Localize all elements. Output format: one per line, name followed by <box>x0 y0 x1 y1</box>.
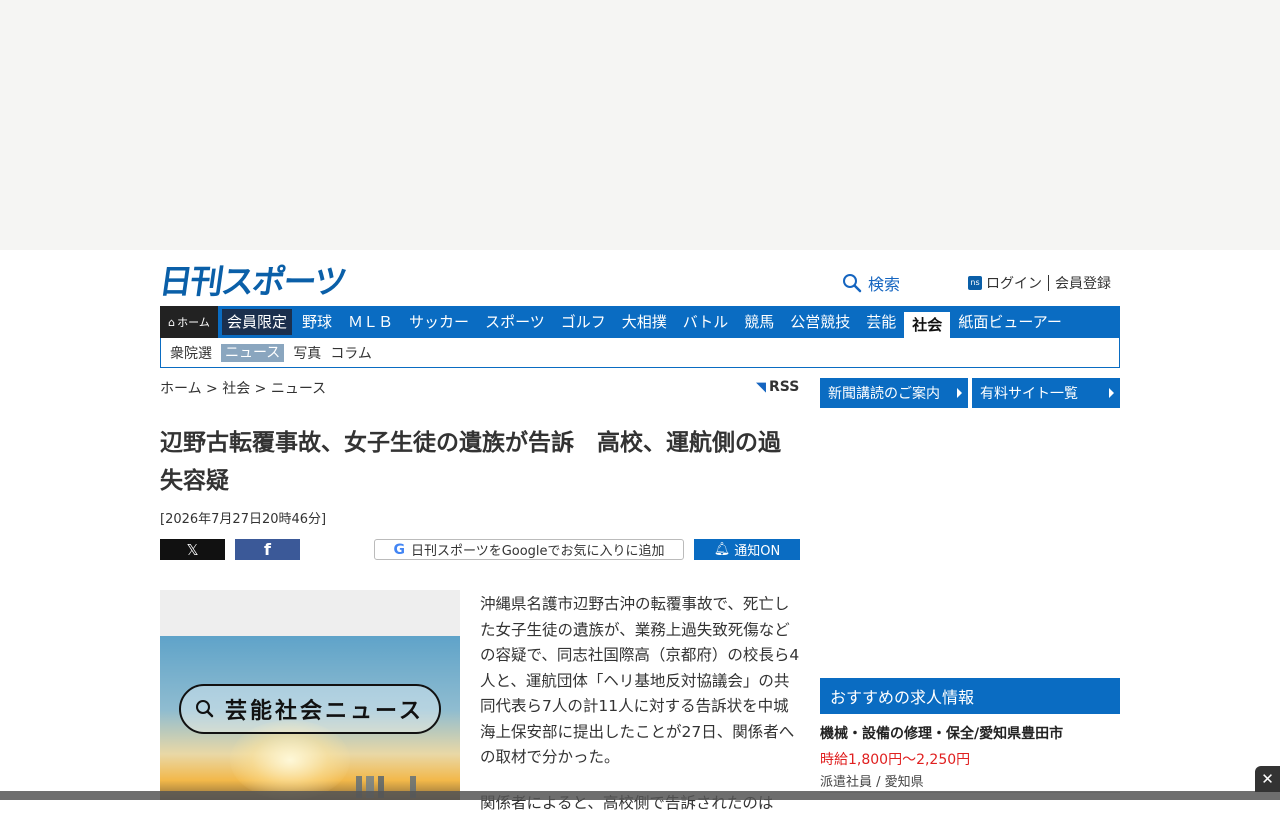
search-link[interactable]: 検索 <box>842 271 900 295</box>
subnav-photo[interactable]: 写真 <box>293 343 321 363</box>
article-date: [2026年7月27日20時46分] <box>160 508 326 527</box>
ns-icon: ns <box>968 276 982 290</box>
nav-item-soccer[interactable]: サッカー <box>401 306 477 338</box>
nav-item-keiba[interactable]: 競馬 <box>736 306 782 338</box>
rss-icon: ◥ <box>756 380 766 395</box>
article-photo[interactable]: 芸能社会ニュース <box>160 590 460 800</box>
article-body: 沖縄県名護市辺野古沖の転覆事故で、死亡した女子生徒の遺族が、業務上過失致死傷など… <box>480 592 800 816</box>
auth-links: ns ログイン 会員登録 <box>968 273 1111 293</box>
arrow-right-icon <box>957 388 962 398</box>
subscription-info-label: 新聞講読のご案内 <box>828 383 940 403</box>
arrow-right-icon <box>1109 388 1114 398</box>
register-link[interactable]: 会員登録 <box>1055 273 1111 293</box>
divider <box>1048 275 1049 291</box>
subnav-election[interactable]: 衆院選 <box>170 343 212 363</box>
google-icon: G <box>393 542 405 558</box>
paid-sites-label: 有料サイト一覧 <box>980 383 1078 403</box>
logo-text: 日刊スポーツ <box>157 255 349 303</box>
global-nav: ⌂ ホーム 会員限定 野球 ＭＬＢ サッカー スポーツ ゴルフ 大相撲 バトル … <box>160 306 1120 338</box>
sub-nav: 衆院選 ニュース 写真 コラム <box>160 338 1120 368</box>
nav-item-sumo[interactable]: 大相撲 <box>614 306 675 338</box>
close-icon: ✕ <box>1261 770 1274 788</box>
photo-search-pill: 芸能社会ニュース <box>179 684 441 734</box>
subnav-news[interactable]: ニュース <box>221 344 284 362</box>
nav-item-society[interactable]: 社会 <box>904 312 950 338</box>
jobs-heading: おすすめの求人情報 <box>820 678 1120 714</box>
photo-caption-text: 芸能社会ニュース <box>225 693 424 725</box>
nav-item-entertainment[interactable]: 芸能 <box>858 306 904 338</box>
nav-item-golf[interactable]: ゴルフ <box>553 306 614 338</box>
paid-sites-button[interactable]: 有料サイト一覧 <box>972 378 1120 408</box>
subscription-info-button[interactable]: 新聞講読のご案内 <box>820 378 968 408</box>
nav-item-public-race[interactable]: 公営競技 <box>782 306 858 338</box>
article-paragraph: 沖縄県名護市辺野古沖の転覆事故で、死亡した女子生徒の遺族が、業務上過失致死傷など… <box>480 592 800 771</box>
nav-item-paper-viewer[interactable]: 紙面ビューアー <box>950 306 1070 338</box>
close-ad-button[interactable]: ✕ <box>1255 766 1280 792</box>
nav-item-sports[interactable]: スポーツ <box>477 306 553 338</box>
x-icon: 𝕏 <box>186 541 198 559</box>
share-facebook-button[interactable]: f <box>235 539 300 560</box>
google-favorite-button[interactable]: G 日刊スポーツをGoogleでお気に入りに追加 <box>374 539 684 560</box>
facebook-icon: f <box>264 540 271 559</box>
nav-item-mlb[interactable]: ＭＬＢ <box>340 306 401 338</box>
nav-item-baseball[interactable]: 野球 <box>294 306 340 338</box>
nav-item-member[interactable]: 会員限定 <box>222 309 292 335</box>
home-icon: ⌂ <box>168 316 175 329</box>
rss-label: RSS <box>769 379 799 395</box>
site-logo[interactable]: 日刊スポーツ <box>160 260 345 298</box>
notify-button[interactable]: 🔔︎ 通知ON <box>694 539 800 560</box>
search-label: 検索 <box>868 271 900 295</box>
job-type: 派遣社員 / 愛知県 <box>820 771 924 790</box>
nav-item-battle[interactable]: バトル <box>675 306 736 338</box>
search-icon <box>195 699 215 719</box>
job-wage: 時給1,800円～2,250円 <box>820 749 970 769</box>
site-header: 日刊スポーツ 検索 ns ログイン 会員登録 <box>160 250 1120 306</box>
breadcrumb[interactable]: ホーム > 社会 > ニュース <box>160 378 326 398</box>
rss-link[interactable]: ◥ RSS <box>756 379 799 395</box>
login-link[interactable]: ログイン <box>986 273 1042 293</box>
search-icon <box>842 273 862 293</box>
subnav-column[interactable]: コラム <box>330 343 372 363</box>
article-title: 辺野古転覆事故、女子生徒の遺族が告訴 高校、運航側の過失容疑 <box>160 424 800 500</box>
share-x-button[interactable]: 𝕏 <box>160 539 225 560</box>
notify-label: 通知ON <box>734 540 780 559</box>
top-ad-area <box>0 0 1280 250</box>
bell-icon: 🔔︎ <box>714 542 731 557</box>
bottom-ad-bar <box>0 791 1280 800</box>
job-title-link[interactable]: 機械・設備の修理・保全/愛知県豊田市 <box>820 723 1063 743</box>
google-favorite-label: 日刊スポーツをGoogleでお気に入りに追加 <box>411 540 665 559</box>
nav-home-label: ホーム <box>177 314 210 330</box>
nav-home[interactable]: ⌂ ホーム <box>160 306 218 338</box>
